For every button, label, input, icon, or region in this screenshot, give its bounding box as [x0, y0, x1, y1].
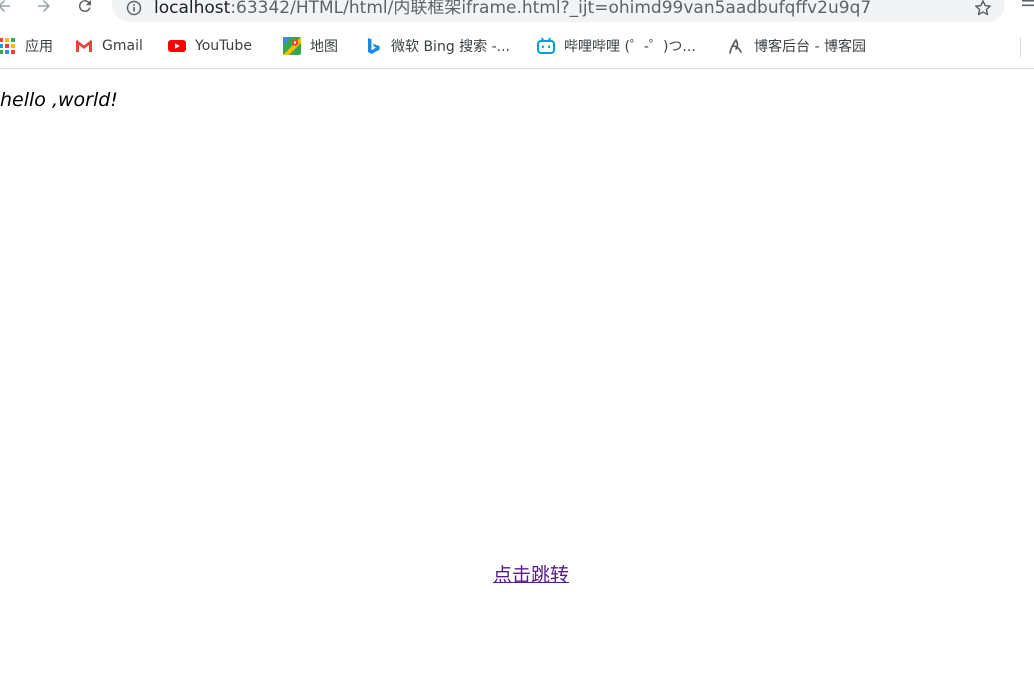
jump-link[interactable]: 点击跳转: [493, 560, 569, 587]
hello-text: hello ,world!: [0, 89, 118, 111]
bookmark-label: 地图: [310, 39, 338, 55]
youtube-icon: [168, 40, 186, 52]
back-arrow-icon: [0, 0, 10, 12]
maps-icon: [283, 37, 301, 55]
bookmarks-bar: 应用 Gmail YouTube 地图 微软 Bing 搜索 -... 哔哩哔哩…: [0, 32, 1034, 60]
forward-arrow-icon: [38, 0, 50, 12]
bookmark-apps[interactable]: 应用: [0, 36, 53, 56]
gmail-icon: [76, 40, 92, 52]
url-host: localhost: [154, 0, 231, 18]
reload-icon: [78, 0, 91, 13]
info-icon[interactable]: [126, 0, 142, 16]
bookmark-star-icon[interactable]: [973, 0, 993, 18]
menu-icon[interactable]: [1020, 0, 1034, 12]
apps-grid-icon: [0, 38, 15, 54]
forward-button[interactable]: [30, 0, 58, 20]
cnblogs-icon: [729, 39, 742, 54]
bookmark-label: YouTube: [195, 38, 252, 54]
browser-toolbar: localhost:63342/HTML/html/内联框架iframe.htm…: [0, 0, 1034, 24]
bookmark-label: 应用: [25, 39, 53, 55]
url-text[interactable]: localhost:63342/HTML/html/内联框架iframe.htm…: [154, 0, 871, 18]
bookmark-bilibili[interactable]: 哔哩哔哩 (゜-゜)つ...: [537, 36, 696, 56]
reload-button[interactable]: [71, 0, 99, 20]
bookmarks-separator: [1020, 37, 1021, 57]
bookmark-label: Gmail: [102, 38, 143, 54]
address-bar[interactable]: localhost:63342/HTML/html/内联框架iframe.htm…: [112, 0, 1005, 22]
bookmark-maps[interactable]: 地图: [283, 36, 338, 56]
bilibili-icon: [537, 37, 555, 54]
bookmark-label: 哔哩哔哩 (゜-゜)つ...: [564, 39, 696, 55]
back-button[interactable]: [0, 0, 18, 20]
bookmark-gmail[interactable]: Gmail: [75, 36, 143, 56]
bookmark-cnblogs[interactable]: 博客后台 - 博客园: [727, 36, 866, 56]
bookmark-label: 博客后台 - 博客园: [754, 39, 866, 55]
url-path: :63342/HTML/html/内联框架iframe.html?_ijt=oh…: [230, 0, 872, 18]
bookmark-bing[interactable]: 微软 Bing 搜索 -...: [364, 36, 510, 56]
page-content: hello ,world! 点击跳转: [0, 69, 1034, 694]
bookmark-youtube[interactable]: YouTube: [168, 36, 252, 56]
bing-icon: [368, 38, 380, 54]
bookmark-label: 微软 Bing 搜索 -...: [391, 39, 511, 55]
